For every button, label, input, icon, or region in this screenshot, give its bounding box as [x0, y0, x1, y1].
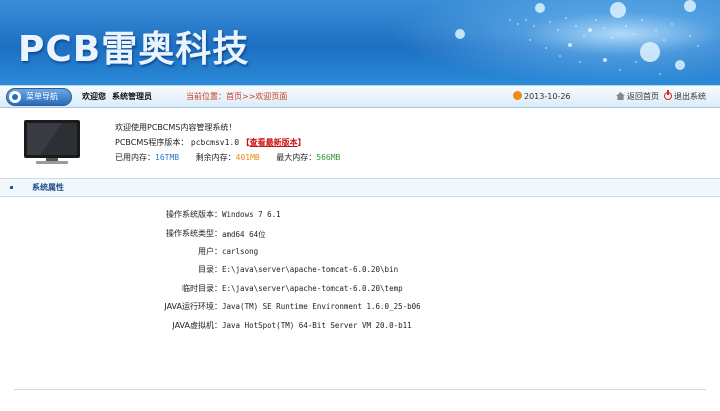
- prop-value: E:\java\server\apache-tomcat-6.0.20\temp: [222, 284, 403, 293]
- prop-label: JAVA运行环境：: [164, 302, 222, 311]
- free-mem-label: 剩余内存：: [195, 153, 236, 162]
- monitor-icon: [24, 120, 80, 164]
- date-display: 2013-10-26: [513, 91, 571, 101]
- version-value: pcbcmsv1.0: [190, 138, 240, 147]
- prop-value: E:\java\server\apache-tomcat-6.0.20\bin: [222, 265, 399, 274]
- bracket-open: 【: [241, 138, 250, 147]
- exit-link[interactable]: 退出系统: [664, 90, 706, 102]
- home-link[interactable]: 返回首页: [616, 91, 659, 102]
- prop-label: 用户：: [198, 247, 222, 256]
- power-icon: [664, 90, 672, 100]
- page: PCB雷奥科技 菜单导航 欢迎您 系统管理员 当前位置：首页>>欢迎页面 201…: [0, 0, 720, 411]
- welcome-text: 欢迎您: [82, 92, 106, 101]
- max-mem-label: 最大内存：: [276, 153, 317, 162]
- breadcrumb[interactable]: 当前位置：首页>>欢迎页面: [186, 91, 287, 102]
- logo-text: PCB雷奥科技: [18, 29, 250, 70]
- clock-icon: [513, 91, 522, 100]
- menu-nav-button[interactable]: 菜单导航: [6, 88, 72, 106]
- home-icon: [616, 92, 625, 100]
- free-mem-value: 401MB: [235, 153, 260, 162]
- prop-label: 目录：: [198, 265, 222, 274]
- prop-value: amd64 64位: [222, 230, 266, 239]
- prop-value: Java(TM) SE Runtime Environment 1.6.0_25…: [222, 302, 421, 311]
- header-banner: PCB雷奥科技: [0, 0, 720, 85]
- bracket-close: 】: [297, 138, 306, 147]
- used-mem-label: 已用内存：: [115, 153, 155, 162]
- prop-label: 操作系统类型：: [166, 229, 222, 238]
- menu-icon: [9, 91, 21, 103]
- section-header: 系统属性: [0, 178, 720, 197]
- max-mem-value: 566MB: [316, 153, 341, 162]
- used-mem-value: 16TMB: [155, 153, 180, 162]
- prop-value: Java HotSpot(TM) 64-Bit Server VM 20.0-b…: [222, 321, 412, 330]
- home-link-label: 返回首页: [627, 92, 659, 101]
- date-text: 2013-10-26: [524, 92, 571, 101]
- world-map-decoration: [455, 0, 699, 75]
- user-role: 系统管理员: [112, 92, 152, 101]
- section-bullet-icon: [10, 186, 13, 189]
- memory-line: 已用内存：16TMB 剩余内存：401MB 最大内存：566MB: [115, 152, 340, 163]
- prop-value: carlsong: [222, 247, 259, 256]
- menu-nav-label: 菜单导航: [26, 92, 58, 101]
- check-latest-version-link[interactable]: 查看最新版本: [250, 138, 298, 147]
- welcome-message: 欢迎使用PCBCMS内容管理系统！: [115, 123, 237, 132]
- prop-label: 操作系统版本：: [166, 210, 222, 219]
- version-label: PCBCMS程序版本：: [115, 138, 189, 147]
- nav-bar: 菜单导航 欢迎您 系统管理员 当前位置：首页>>欢迎页面 2013-10-26 …: [0, 85, 720, 108]
- prop-label: JAVA虚拟机：: [172, 321, 222, 330]
- footer-divider: [14, 389, 706, 390]
- prop-label: 临时目录：: [182, 284, 222, 293]
- section-title: 系统属性: [32, 183, 64, 192]
- prop-value: Windows 7 6.1: [222, 210, 281, 219]
- exit-link-label: 退出系统: [674, 92, 706, 101]
- version-line: PCBCMS程序版本： pcbcmsv1.0 【查看最新版本】: [115, 137, 306, 148]
